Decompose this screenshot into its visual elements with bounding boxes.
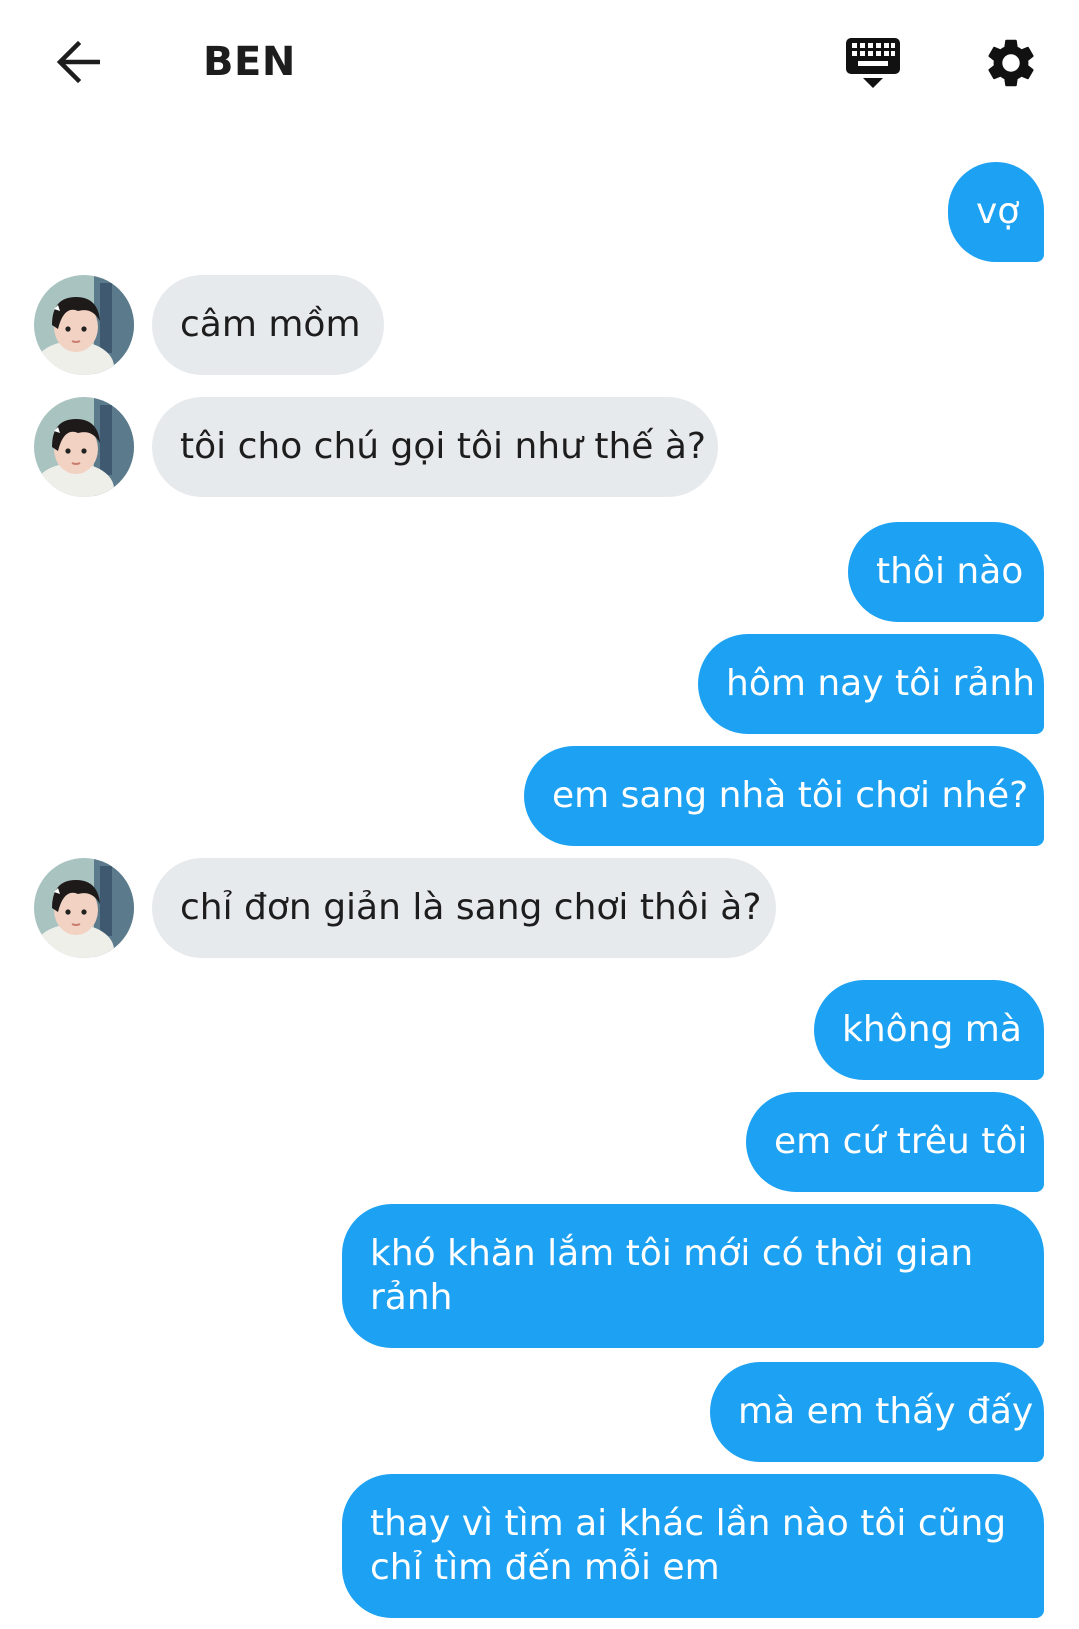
message-outgoing[interactable]: hôm nay tôi rảnh (698, 634, 1044, 734)
message-outgoing[interactable]: em cứ trêu tôi (746, 1092, 1044, 1192)
chat-header: BEN (0, 0, 1079, 122)
avatar[interactable] (34, 397, 134, 497)
message-outgoing[interactable]: không mà (814, 980, 1044, 1080)
avatar[interactable] (34, 858, 134, 958)
profile-photo-avatar (34, 858, 134, 958)
keyboard-hide-icon (846, 38, 900, 88)
message-text: vợ (976, 191, 1020, 232)
message-text: thay vì tìm ai khác lần nào tôi cũng chỉ… (370, 1503, 1007, 1588)
profile-photo-avatar (34, 397, 134, 497)
message-outgoing[interactable]: em sang nhà tôi chơi nhé? (524, 746, 1044, 846)
keyboard-toggle-button[interactable] (840, 30, 906, 96)
message-incoming[interactable]: câm mồm (152, 275, 384, 375)
message-text: câm mồm (180, 304, 361, 345)
message-outgoing[interactable]: khó khăn lắm tôi mới có thời gian rảnh (342, 1204, 1044, 1348)
message-text: chỉ đơn giản là sang chơi thôi à? (180, 887, 762, 928)
message-outgoing[interactable]: thôi nào (848, 522, 1044, 622)
arrow-left-icon (56, 40, 100, 84)
conversation-title: BEN (203, 39, 296, 85)
message-outgoing[interactable]: mà em thấy đấy (710, 1362, 1044, 1462)
chat-screen: BEN vợ câm mồm tôi cho chú gọi tôi như t… (0, 0, 1079, 1629)
settings-button[interactable] (978, 30, 1044, 96)
profile-photo-avatar (34, 275, 134, 375)
message-text: hôm nay tôi rảnh (726, 663, 1036, 704)
message-text: tôi cho chú gọi tôi như thế à? (180, 426, 707, 467)
message-text: thôi nào (876, 551, 1024, 592)
message-incoming[interactable]: chỉ đơn giản là sang chơi thôi à? (152, 858, 776, 958)
back-button[interactable] (48, 34, 108, 90)
message-incoming[interactable]: tôi cho chú gọi tôi như thế à? (152, 397, 718, 497)
message-text: em cứ trêu tôi (774, 1121, 1028, 1162)
message-outgoing[interactable]: thay vì tìm ai khác lần nào tôi cũng chỉ… (342, 1474, 1044, 1618)
avatar[interactable] (34, 275, 134, 375)
message-text: khó khăn lắm tôi mới có thời gian rảnh (370, 1233, 974, 1318)
message-outgoing[interactable]: vợ (948, 162, 1044, 262)
gear-icon (988, 39, 1034, 87)
message-text: mà em thấy đấy (738, 1391, 1034, 1432)
message-text: không mà (842, 1009, 1022, 1050)
message-text: em sang nhà tôi chơi nhé? (552, 775, 1029, 816)
